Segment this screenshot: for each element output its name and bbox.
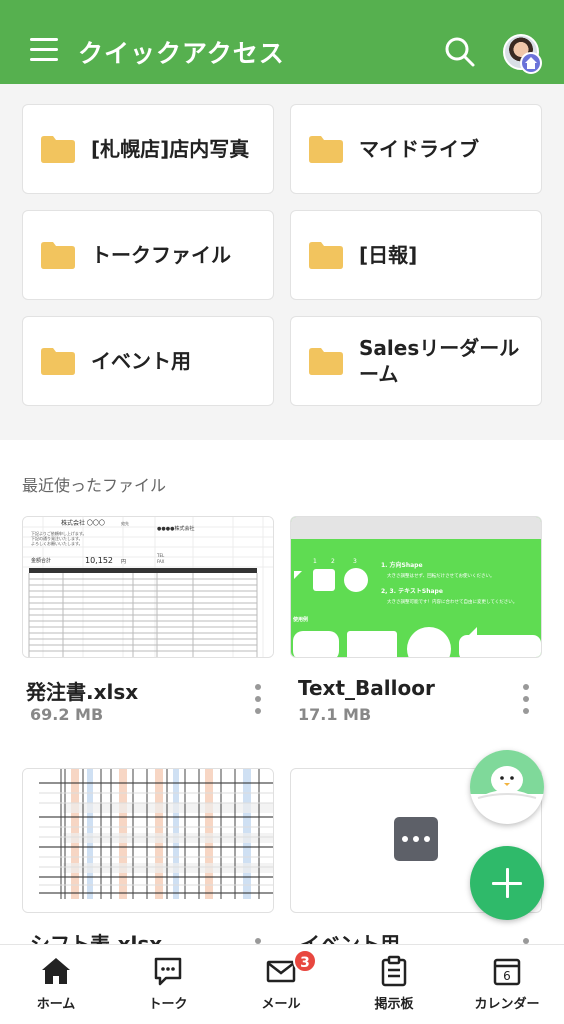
nav-label: カレンダー: [474, 997, 540, 1012]
folder-label: トークファイル: [91, 243, 231, 267]
page-title: クイックアクセス: [78, 39, 285, 68]
folder-label: Salesリーダールーム: [359, 336, 520, 386]
chat-icon: [154, 957, 182, 986]
nav-home[interactable]: ホーム: [0, 945, 112, 1024]
folder-icon: [41, 348, 75, 375]
balloon-num-1: 1: [313, 558, 317, 565]
nav-label: メール: [261, 997, 301, 1012]
folder-label: [札幌店]店内写真: [91, 137, 250, 161]
more-icon[interactable]: [254, 684, 262, 714]
folder-card[interactable]: イベント用: [22, 316, 274, 406]
balloon-num-3: 3: [353, 558, 357, 565]
more-icon: [394, 817, 438, 861]
file-thumbnail[interactable]: 1 2 3 1. 方向Shape 大きさ調整はせず、回転だけさせてお使いください…: [290, 516, 542, 658]
po-fax: FAX: [157, 559, 165, 564]
unread-badge: 3: [293, 949, 317, 973]
spreadsheet-preview: 株式会社 〇〇〇 宛先 ●●●●株式会社 下記よりご依頼申し上げます。 下記の通…: [23, 517, 273, 657]
balloon-example-label: 使用例: [292, 616, 308, 623]
po-total-label: 金額合計: [31, 557, 51, 564]
file-name[interactable]: 発注書.xlsx: [26, 676, 236, 705]
balloon-desc-1: 大きさ調整はせず、回転だけさせてお使いください。: [387, 572, 495, 579]
file-thumbnail[interactable]: [22, 768, 274, 913]
nav-label: ホーム: [36, 997, 76, 1012]
folder-card[interactable]: トークファイル: [22, 210, 274, 300]
folder-card[interactable]: [日報]: [290, 210, 542, 300]
nav-mail[interactable]: 3 メール: [225, 945, 337, 1024]
more-icon[interactable]: [522, 684, 530, 714]
folder-card[interactable]: マイドライブ: [290, 104, 542, 194]
balloon-heading-2: 2, 3. テキストShape: [381, 588, 443, 595]
schedule-preview: [23, 769, 273, 912]
mascot-button[interactable]: [470, 750, 544, 824]
folder-label: イベント用: [91, 349, 191, 373]
menu-icon[interactable]: [30, 38, 58, 62]
calendar-icon: 6: [493, 958, 521, 986]
folder-icon: [309, 242, 343, 269]
folder-card[interactable]: Salesリーダールーム: [290, 316, 542, 406]
balloon-num-2: 2: [331, 558, 335, 565]
balloon-heading-1: 1. 方向Shape: [381, 561, 423, 569]
search-icon[interactable]: [444, 36, 476, 68]
mascot-icon: [470, 750, 544, 818]
add-button[interactable]: [470, 846, 544, 920]
calendar-day: 6: [503, 969, 511, 983]
folder-icon: [309, 348, 343, 375]
file-size: 17.1 MB: [298, 705, 372, 724]
bottom-nav: ホーム トーク 3 メール 掲示板 6 カレンダー: [0, 944, 564, 1024]
slide-preview: 1 2 3 1. 方向Shape 大きさ調整はせず、回転だけさせてお使いください…: [291, 517, 541, 657]
nav-board[interactable]: 掲示板: [338, 945, 450, 1024]
file-name[interactable]: Text_Balloor: [298, 676, 488, 700]
po-tel: TEL: [156, 553, 165, 558]
po-recipient-label: 宛先: [121, 520, 129, 526]
po-currency: 円: [121, 559, 126, 565]
folder-icon: [41, 136, 75, 163]
folder-icon: [309, 136, 343, 163]
quick-access-section: [札幌店]店内写真 マイドライブ トークファイル [日報] イベント用 Sale…: [0, 84, 564, 440]
home-badge-icon: [520, 52, 542, 74]
nav-talk[interactable]: トーク: [112, 945, 224, 1024]
po-total-value: 10,152: [85, 556, 113, 565]
folder-label: [日報]: [359, 243, 418, 267]
po-intro-3: よろしくお願いいたします。: [31, 540, 83, 546]
nav-label: トーク: [148, 997, 188, 1012]
nav-label: 掲示板: [374, 997, 414, 1012]
balloon-desc-2: 大きさ調整可能です！内容に合わせて自由に変更してください。: [387, 598, 517, 605]
section-title: 最近使ったファイル: [22, 476, 167, 495]
home-icon: [42, 958, 70, 984]
file-thumbnail[interactable]: 株式会社 〇〇〇 宛先 ●●●●株式会社 下記よりご依頼申し上げます。 下記の通…: [22, 516, 274, 658]
folder-label: マイドライブ: [359, 137, 479, 161]
nav-calendar[interactable]: 6 カレンダー: [451, 945, 563, 1024]
po-vendor: ●●●●株式会社: [157, 525, 194, 532]
folder-card[interactable]: [札幌店]店内写真: [22, 104, 274, 194]
folder-icon: [41, 242, 75, 269]
po-company: 株式会社 〇〇〇: [61, 519, 105, 527]
board-icon: [381, 955, 407, 987]
app-header: クイックアクセス: [0, 0, 564, 84]
file-size: 69.2 MB: [30, 705, 104, 724]
